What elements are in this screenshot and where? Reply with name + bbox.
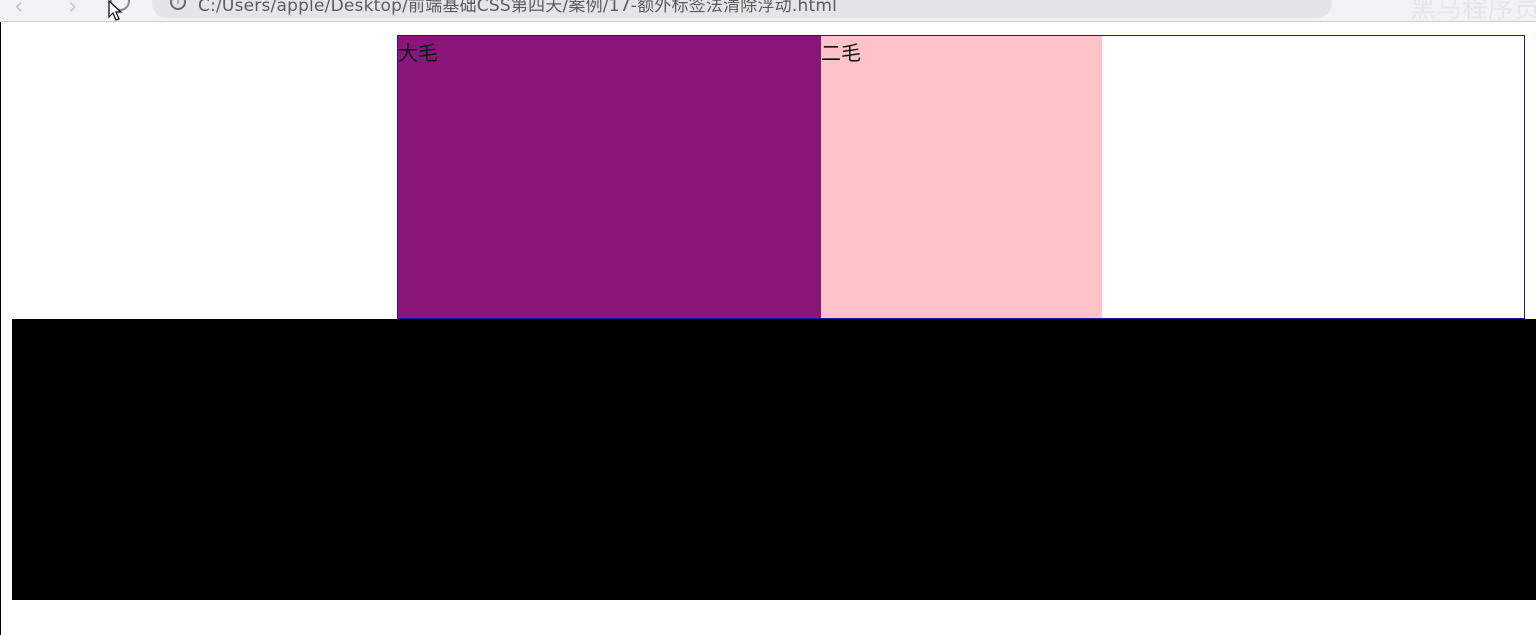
back-arrow-icon[interactable]: ‹ (14, 0, 24, 18)
box-label: 二毛 (821, 41, 861, 65)
address-url[interactable]: C:/Users/apple/Desktop/前端基础CSS第四天/案例/17-… (198, 0, 837, 16)
float-box-ermao: 二毛 (821, 36, 1102, 318)
float-parent-box: 大毛 二毛 (397, 35, 1525, 319)
footer-block (12, 319, 1536, 600)
box-label: 大毛 (398, 41, 438, 65)
watermark: 黑马程序员 (1409, 0, 1536, 22)
mouse-cursor-icon (108, 0, 123, 21)
viewport-left-edge (0, 22, 1, 635)
browser-toolbar: ‹ › i C:/Users/apple/Desktop/前端基础CSS第四天/… (0, 0, 1536, 22)
forward-arrow-icon[interactable]: › (68, 0, 78, 18)
float-box-damao: 大毛 (398, 36, 821, 318)
